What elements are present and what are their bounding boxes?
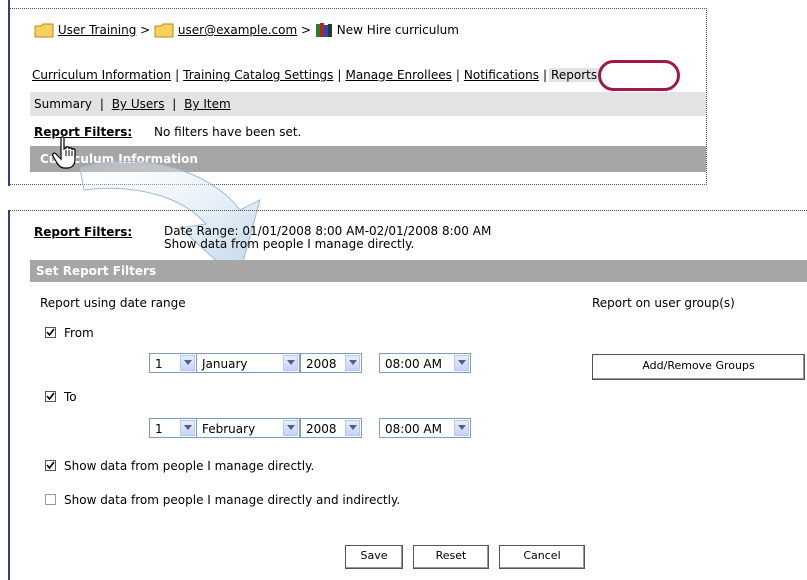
books-icon: [315, 22, 333, 38]
date-range-heading: Report using date range: [40, 296, 186, 310]
subnav-summary[interactable]: Summary: [34, 97, 92, 111]
breadcrumb-current: New Hire curriculum: [336, 23, 459, 37]
chevron-down-icon: [283, 355, 298, 371]
subnav-by-users[interactable]: By Users: [112, 97, 165, 111]
reports-highlight-oval: [598, 60, 680, 91]
reset-button[interactable]: Reset: [413, 545, 489, 569]
subnav-divider: |: [99, 97, 104, 111]
bottom-report-filters: Report Filters:: [34, 225, 132, 239]
select-value: 2008: [306, 422, 337, 436]
folder-icon: [154, 23, 174, 38]
tab-divider: |: [543, 68, 548, 82]
from-label: From: [64, 326, 94, 340]
chevron-down-icon: [345, 420, 360, 436]
select-value: February: [202, 422, 256, 436]
tab-training-catalog-settings[interactable]: Training Catalog Settings: [183, 68, 333, 82]
cancel-button[interactable]: Cancel: [499, 545, 585, 569]
breadcrumb-user-email[interactable]: user@example.com: [178, 23, 297, 37]
to-label: To: [64, 390, 77, 404]
bottom-filter-summary: Date Range: 01/01/2008 8:00 AM-02/01/200…: [164, 225, 491, 251]
folder-icon: [34, 23, 54, 38]
set-report-filters-header: Set Report Filters: [30, 260, 807, 282]
breadcrumb-user-training[interactable]: User Training: [58, 23, 137, 37]
direct-reports-checkbox[interactable]: [45, 460, 56, 471]
indirect-reports-checkbox[interactable]: [45, 494, 56, 505]
select-value: 08:00 AM: [385, 422, 442, 436]
select-value: 2008: [306, 357, 337, 371]
select-value: 08:00 AM: [385, 357, 442, 371]
to-year-select[interactable]: 2008: [300, 418, 362, 438]
from-year-select[interactable]: 2008: [300, 353, 362, 373]
report-filters-link[interactable]: Report Filters:: [34, 225, 132, 239]
subnav-divider: |: [172, 97, 177, 111]
tab-divider: |: [455, 68, 460, 82]
subnav-by-item[interactable]: By Item: [184, 97, 230, 111]
direct-reports-label: Show data from people I manage directly.: [64, 459, 315, 473]
section-header-text: Set Report Filters: [36, 264, 157, 278]
bottom-panel-top-border: [10, 210, 807, 211]
report-subnav: Summary | By Users | By Item: [30, 92, 706, 116]
indirect-reports-label: Show data from people I manage directly …: [64, 493, 401, 507]
tab-curriculum-information[interactable]: Curriculum Information: [32, 68, 171, 82]
button-label: Cancel: [523, 549, 561, 562]
report-filters-value: No filters have been set.: [154, 125, 302, 139]
tab-divider: |: [175, 68, 180, 82]
from-day-select[interactable]: 1: [149, 353, 197, 373]
button-label: Reset: [435, 549, 467, 562]
save-button[interactable]: Save: [345, 545, 403, 569]
chevron-down-icon: [180, 420, 195, 436]
tab-notifications[interactable]: Notifications: [464, 68, 539, 82]
select-value: 1: [155, 357, 163, 371]
to-day-select[interactable]: 1: [149, 418, 197, 438]
from-checkbox[interactable]: [45, 327, 56, 338]
select-value: January: [202, 357, 248, 371]
user-group-heading: Report on user group(s): [592, 296, 735, 310]
tab-divider: |: [337, 68, 342, 82]
filter-people-scope: Show data from people I manage directly.: [164, 237, 415, 251]
to-time-select[interactable]: 08:00 AM: [379, 418, 471, 438]
chevron-down-icon: [180, 355, 195, 371]
curriculum-tabs: Curriculum Information | Training Catalog …: [32, 68, 600, 82]
chevron-down-icon: [454, 420, 469, 436]
chevron-down-icon: [283, 420, 298, 436]
chevron-down-icon: [345, 355, 360, 371]
breadcrumb: User Training > user@example.com > New H…: [34, 22, 459, 38]
select-value: 1: [155, 422, 163, 436]
to-checkbox[interactable]: [45, 391, 56, 402]
from-time-select[interactable]: 08:00 AM: [379, 353, 471, 373]
breadcrumb-separator: >: [301, 23, 312, 37]
button-label: Add/Remove Groups: [642, 359, 755, 372]
chevron-down-icon: [454, 355, 469, 371]
to-month-select[interactable]: February: [196, 418, 300, 438]
add-remove-groups-button[interactable]: Add/Remove Groups: [592, 354, 805, 380]
from-month-select[interactable]: January: [196, 353, 300, 373]
tab-manage-enrollees[interactable]: Manage Enrollees: [345, 68, 451, 82]
button-label: Save: [360, 549, 388, 562]
tab-reports[interactable]: Reports: [549, 68, 600, 82]
bottom-panel-left-border: [8, 210, 10, 580]
breadcrumb-separator: >: [140, 23, 151, 37]
